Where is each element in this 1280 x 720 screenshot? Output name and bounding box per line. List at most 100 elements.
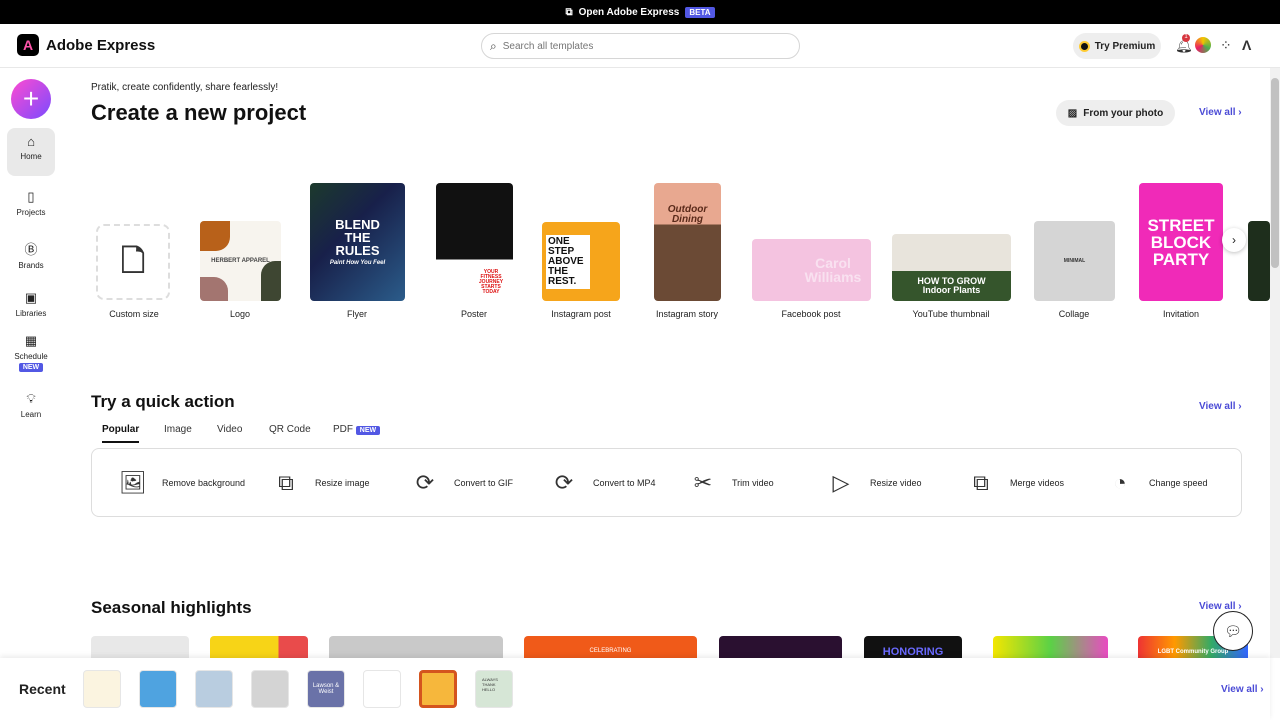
sidebar-item-learn[interactable]: 💡︎ Learn [7, 385, 55, 419]
seasonal-card[interactable]: CELEBRATING [524, 636, 697, 658]
recent-thumb[interactable] [419, 670, 457, 708]
from-your-photo-button[interactable]: ▨ From your photo [1056, 100, 1175, 126]
card-art-text: ONE STEP ABOVE THE REST. [546, 234, 590, 289]
brand-icon: Ⓑ [24, 242, 38, 257]
quick-action-merge-videos[interactable]: ⧉ Merge videos [966, 470, 1064, 496]
card-art-text: Carol Williams [804, 255, 862, 285]
tab-qr-code[interactable]: QR Code [269, 424, 311, 441]
chat-icon: 💬︎ [1224, 622, 1242, 639]
beta-badge: BETA [685, 6, 715, 18]
instagram-post-template-card[interactable]: ONE STEP ABOVE THE REST. [542, 222, 620, 301]
notification-count: 1 [1182, 34, 1190, 42]
brand-name[interactable]: Adobe Express [46, 37, 155, 54]
file-icon: ▯ [27, 189, 35, 204]
quick-action-remove-background[interactable]: 🖼︎ Remove background [118, 470, 245, 496]
resize-video-icon: ▷ [832, 470, 850, 495]
quick-action-change-speed[interactable]: ◔ Change speed [1105, 470, 1207, 496]
facebook-post-template-card[interactable]: Carol Williams [752, 239, 871, 301]
collage-template-card[interactable]: MINIMAL [1034, 221, 1115, 301]
quick-action-convert-gif[interactable]: ⟳ Convert to GIF [410, 470, 513, 496]
sidebar-item-schedule[interactable]: ▦ Schedule NEW [7, 327, 55, 372]
sidebar-item-projects[interactable]: ▯ Projects [7, 183, 55, 217]
seasonal-card[interactable] [993, 636, 1108, 658]
template-label: Flyer [347, 309, 367, 319]
sidebar-label: Libraries [15, 309, 47, 318]
external-link-icon: ⧉ [565, 6, 573, 18]
recent-thumb[interactable]: ALWAYS THANK HELLO [475, 670, 513, 708]
create-new-button[interactable]: + [11, 79, 51, 119]
recent-thumb[interactable] [363, 670, 401, 708]
recent-thumb[interactable]: Lawson & Weist [307, 670, 345, 708]
quick-action-resize-image[interactable]: ⧉ Resize image [271, 470, 369, 496]
seasonal-card[interactable] [719, 636, 842, 658]
tab-popular[interactable]: Popular [102, 424, 140, 443]
scrollbar-thumb[interactable] [1271, 78, 1279, 268]
template-label: Instagram post [551, 309, 611, 319]
template-label: Poster [460, 309, 487, 319]
template-label: Facebook post [781, 309, 841, 319]
apps-grid-icon[interactable]: ⁘ [1220, 37, 1232, 54]
chat-button[interactable]: 💬︎ [1213, 611, 1253, 651]
flyer-template-card[interactable]: BLEND THE RULES Paint How You Feel [310, 183, 405, 301]
premium-icon [1078, 40, 1090, 52]
create-view-all-link[interactable]: View all › [1199, 107, 1242, 118]
sidebar-label: Home [20, 152, 42, 161]
sidebar-item-brands[interactable]: Ⓑ Brands [7, 233, 55, 270]
tab-pdf[interactable]: PDF NEW [333, 424, 381, 441]
file-plus-icon: 🗋︎ [120, 245, 146, 278]
seasonal-card[interactable] [210, 636, 308, 658]
quick-action-trim-video[interactable]: ✂ Trim video [688, 470, 774, 496]
recent-thumb[interactable] [251, 670, 289, 708]
sidebar-item-libraries[interactable]: ▣ Libraries [7, 284, 55, 318]
recent-view-all-link[interactable]: View all › [1221, 684, 1264, 695]
card-art-text: YOUR FITNESS JOURNEY STARTS TODAY [478, 269, 504, 295]
youtube-thumbnail-template-card[interactable]: HOW TO GROW Indoor Plants [892, 234, 1011, 301]
resize-image-icon: ⧉ [278, 470, 294, 495]
card-art-text: HERBERT APPAREL [211, 258, 270, 264]
search-input[interactable] [502, 40, 773, 52]
new-badge: NEW [18, 363, 44, 372]
tab-video[interactable]: Video [217, 424, 242, 441]
quick-action-convert-mp4[interactable]: ⟳ Convert to MP4 [549, 470, 656, 496]
template-label: Instagram story [655, 309, 719, 319]
logo-template-card[interactable]: HERBERT APPAREL [200, 221, 281, 301]
card-art-text: Outdoor Dining [667, 204, 708, 225]
quick-action-resize-video[interactable]: ▷ Resize video [826, 470, 922, 496]
try-premium-button[interactable]: Try Premium [1073, 33, 1161, 59]
sidebar-label: Brands [18, 261, 44, 270]
template-label: Custom size [109, 309, 159, 319]
banner-label: Open Adobe Express [578, 6, 680, 18]
recent-thumb[interactable] [195, 670, 233, 708]
convert-mp4-icon: ⟳ [554, 470, 574, 495]
quick-view-all-link[interactable]: View all › [1199, 401, 1242, 412]
seasonal-card[interactable] [329, 636, 503, 658]
seasonal-card[interactable]: HONORING [864, 636, 962, 658]
card-art-text: STREET BLOCK PARTY [1147, 215, 1215, 269]
photo-icon: ▨ [1067, 107, 1078, 119]
adobe-express-logo-icon[interactable]: A [17, 34, 39, 56]
card-art-subtext: Paint How You Feel [329, 260, 386, 266]
bell-icon[interactable]: 🔔︎ 1 [1175, 34, 1193, 54]
sidebar-item-home[interactable]: ⌂ Home [7, 128, 55, 176]
instagram-story-template-card[interactable]: Outdoor Dining [654, 183, 721, 301]
tab-image[interactable]: Image [164, 424, 192, 441]
lightbulb-icon: 💡︎ [26, 391, 36, 406]
carousel-next-button[interactable]: › [1222, 228, 1246, 252]
avatar[interactable] [1195, 37, 1211, 53]
open-app-banner[interactable]: ⧉ Open Adobe Express BETA [0, 0, 1280, 24]
header: A Adobe Express ⌕ Try Premium 🔔︎1 ⁘ Λ [0, 24, 1280, 68]
poster-template-card[interactable]: YOUR FITNESS JOURNEY STARTS TODAY [436, 183, 513, 301]
from-photo-label: From your photo [1083, 107, 1164, 119]
quick-action-title: Try a quick action [91, 392, 235, 411]
convert-gif-icon: ⟳ [415, 470, 435, 495]
recent-thumb[interactable] [139, 670, 177, 708]
recent-thumb[interactable] [83, 670, 121, 708]
adobe-logo-icon[interactable]: Λ [1242, 37, 1251, 53]
new-badge: NEW [355, 426, 381, 435]
search-bar[interactable]: ⌕ [481, 33, 800, 59]
seasonal-card[interactable] [91, 636, 189, 658]
invitation-template-card[interactable]: STREET BLOCK PARTY [1139, 183, 1223, 301]
custom-size-card[interactable]: 🗋︎ [96, 224, 170, 300]
partial-template-card[interactable] [1248, 221, 1270, 301]
sidebar-label: Schedule [14, 352, 48, 361]
